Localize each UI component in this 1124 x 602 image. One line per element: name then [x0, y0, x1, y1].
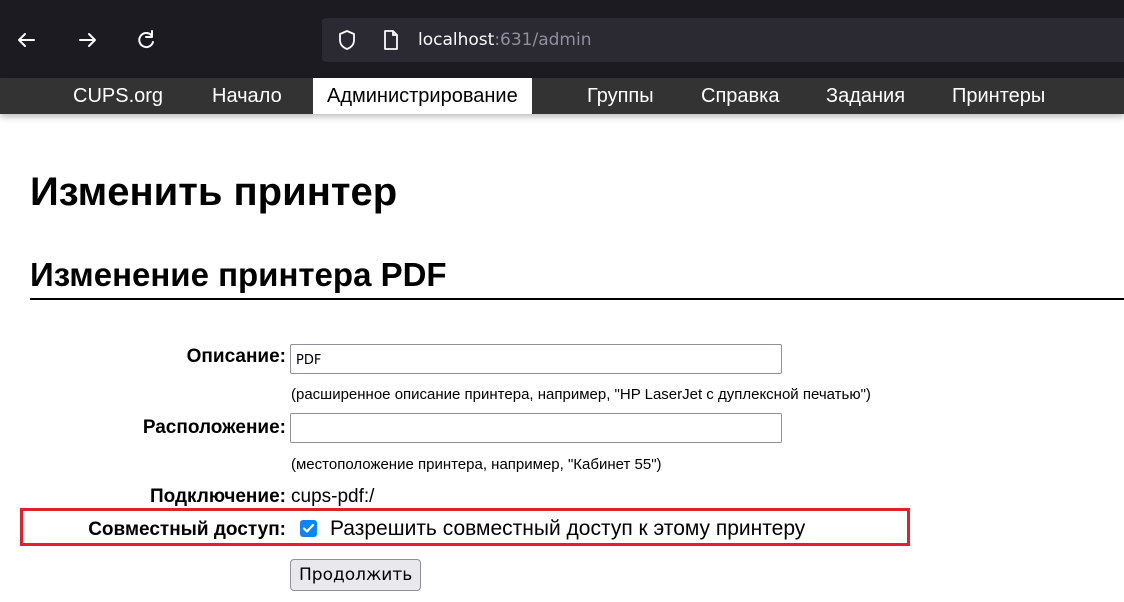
description-hint: (расширенное описание принтера, например… [291, 386, 871, 403]
forward-arrow-icon[interactable] [74, 26, 102, 54]
url-host: localhost [418, 30, 495, 50]
section-title: Изменение принтера PDF [30, 254, 1124, 300]
nav-item-administration[interactable]: Администрирование [313, 78, 532, 114]
nav-item-jobs[interactable]: Задания [826, 78, 905, 114]
description-label: Описание: [186, 346, 286, 367]
sharing-checkbox-label[interactable]: Разрешить совместный доступ к этому прин… [330, 516, 805, 542]
sharing-label: Совместный доступ: [88, 519, 286, 540]
sharing-checkbox[interactable] [300, 520, 317, 537]
nav-item-classes[interactable]: Группы [587, 78, 654, 114]
page-title: Изменить принтер [30, 170, 398, 214]
page-icon[interactable] [380, 29, 402, 51]
checkmark-icon [302, 523, 315, 533]
description-input[interactable]: PDF [290, 344, 782, 374]
cups-nav-bar: CUPS.org Начало Администрирование Группы… [0, 78, 1124, 114]
url-path: :631/admin [494, 30, 592, 50]
address-bar[interactable]: localhost:631/admin [322, 18, 1124, 62]
connection-value: cups-pdf:/ [291, 486, 375, 507]
connection-label: Подключение: [149, 486, 286, 507]
nav-item-help[interactable]: Справка [701, 78, 779, 114]
shield-icon[interactable] [336, 29, 358, 51]
reload-icon[interactable] [132, 26, 160, 54]
nav-item-home[interactable]: Начало [212, 78, 282, 114]
url-text[interactable]: localhost:631/admin [418, 28, 591, 52]
browser-toolbar: localhost:631/admin [0, 0, 1124, 78]
continue-button[interactable]: Продолжить [290, 559, 422, 591]
back-arrow-icon[interactable] [12, 26, 40, 54]
nav-item-cups-org[interactable]: CUPS.org [73, 78, 163, 114]
nav-item-printers[interactable]: Принтеры [952, 78, 1045, 114]
location-input[interactable] [290, 413, 782, 443]
location-label: Расположение: [142, 417, 286, 438]
location-hint: (местоположение принтера, например, "Каб… [291, 456, 662, 473]
